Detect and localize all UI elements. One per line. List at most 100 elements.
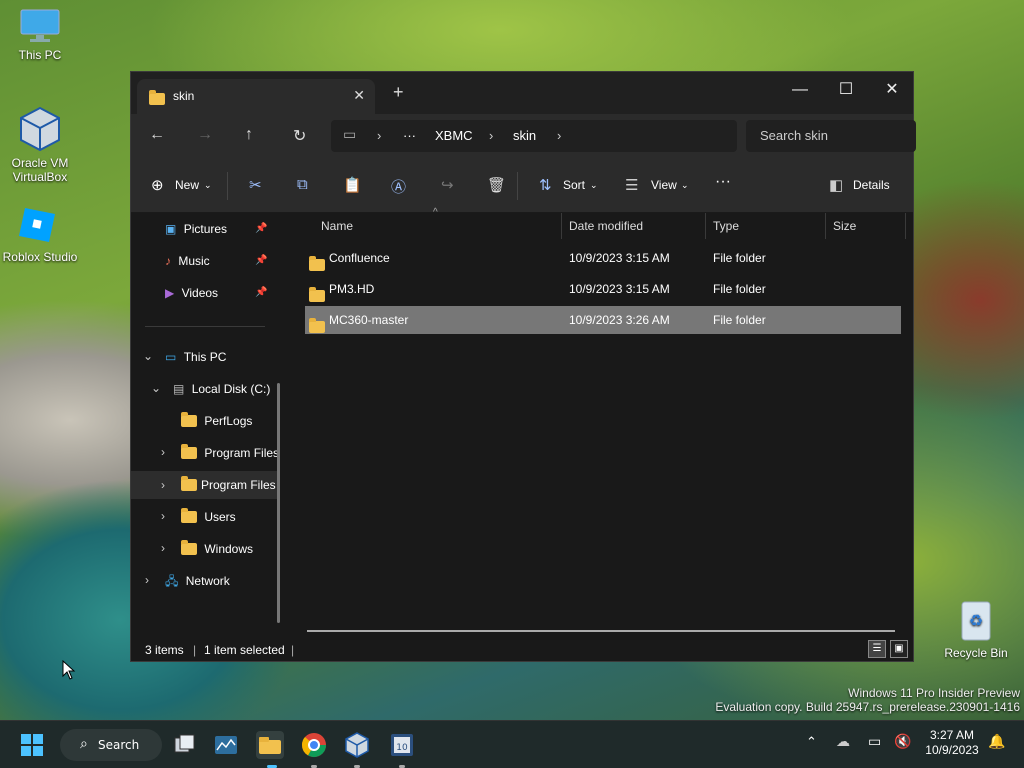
- cut-icon[interactable]: ✂: [249, 176, 262, 194]
- view-button[interactable]: View: [651, 178, 677, 192]
- breadcrumb-skin[interactable]: skin: [513, 128, 536, 143]
- file-name: Confluence: [329, 251, 390, 265]
- pin-icon: 📌: [255, 223, 268, 234]
- new-tab-button[interactable]: +: [393, 82, 404, 103]
- notification-bell-icon[interactable]: 🔔: [988, 734, 1005, 750]
- divider: |: [193, 643, 197, 657]
- pictures-icon: ▣: [165, 222, 177, 236]
- nav-item-program-files[interactable]: Program Files: [181, 439, 277, 467]
- desktop-icon-this-pc[interactable]: This PC: [0, 8, 80, 62]
- view-icon: ☰: [625, 177, 639, 194]
- chevron-down-icon[interactable]: ⌄: [143, 349, 153, 363]
- divider: [145, 326, 265, 327]
- navigation-pane: ▣ Pictures 📌 ♪ Music 📌 ▶ Videos 📌 ⌄ ▭ Th…: [131, 213, 281, 633]
- delete-icon[interactable]: 🗑: [487, 176, 506, 194]
- tab-title: skin: [173, 89, 195, 103]
- new-button[interactable]: New: [175, 178, 199, 192]
- selection-count: 1 item selected: [204, 643, 285, 657]
- close-button[interactable]: ✕: [869, 76, 915, 104]
- nav-item-perflogs[interactable]: PerfLogs: [181, 407, 277, 435]
- file-explorer-taskbar-icon[interactable]: [256, 731, 284, 759]
- desktop-icon-recycle-bin[interactable]: ♻ Recycle Bin: [936, 598, 1016, 660]
- minimize-button[interactable]: —: [777, 76, 823, 104]
- more-options-button[interactable]: ···: [715, 173, 731, 191]
- folder-icon: [149, 90, 165, 106]
- command-bar: ⊕ New ⌄ ✂ ⧉ 📋 Ⓐ ↪ 🗑 ⇅ Sort ⌄ ☰ View ⌄ ··…: [131, 160, 913, 213]
- nav-item-label: Program Files (x86): [201, 478, 277, 492]
- close-tab-icon[interactable]: ✕: [353, 87, 365, 104]
- widgets-icon[interactable]: [212, 731, 240, 759]
- desktop-icon-roblox-studio[interactable]: Roblox Studio: [0, 204, 78, 264]
- nav-item-pictures[interactable]: ▣ Pictures 📌: [165, 215, 275, 243]
- chrome-icon[interactable]: [300, 731, 328, 759]
- tab-skin[interactable]: skin ✕: [137, 79, 375, 114]
- details-view-button[interactable]: ☰: [868, 640, 886, 658]
- search-placeholder: Search skin: [760, 128, 828, 143]
- file-explorer-window: skin ✕ + — ☐ ✕ ← → ↑ ↻ ▭ › ··· XBMC › sk…: [130, 71, 916, 662]
- nav-item-users[interactable]: Users: [181, 503, 236, 531]
- chevron-down-icon[interactable]: ⌄: [151, 381, 161, 395]
- chevron-right-icon[interactable]: ›: [161, 471, 165, 499]
- breadcrumb-xbmc[interactable]: XBMC: [435, 128, 473, 143]
- column-header-date[interactable]: Date modified: [569, 219, 643, 233]
- file-type: File folder: [713, 282, 766, 296]
- pin-icon: 📌: [255, 287, 268, 298]
- column-header-name[interactable]: Name: [321, 219, 353, 233]
- cloud-icon[interactable]: ☁: [836, 734, 850, 750]
- chevron-down-icon: ⌄: [681, 180, 689, 190]
- maximize-button[interactable]: ☐: [823, 76, 869, 104]
- chevron-right-icon[interactable]: ›: [145, 573, 149, 587]
- desktop-icon-virtualbox[interactable]: Oracle VM VirtualBox: [0, 106, 80, 184]
- nav-scrollbar[interactable]: [277, 383, 280, 623]
- chevron-down-icon: ⌄: [590, 180, 598, 190]
- volume-muted-icon[interactable]: 🔇: [894, 734, 911, 750]
- task-view-icon[interactable]: [170, 731, 198, 759]
- nav-item-videos[interactable]: ▶ Videos 📌: [165, 279, 275, 307]
- chevron-right-icon[interactable]: ›: [161, 509, 165, 523]
- details-button[interactable]: Details: [853, 178, 890, 192]
- address-bar[interactable]: ▭ › ··· XBMC › skin ›: [331, 120, 737, 152]
- copy-icon[interactable]: ⧉: [297, 176, 308, 193]
- nav-item-this-pc[interactable]: ▭ This PC: [165, 343, 226, 371]
- nav-item-windows[interactable]: Windows: [181, 535, 253, 563]
- nav-item-music[interactable]: ♪ Music 📌: [165, 247, 275, 275]
- file-list: ^ Name Date modified Type Size Confluenc…: [289, 207, 913, 633]
- refresh-button[interactable]: ↻: [293, 126, 306, 146]
- sort-button[interactable]: Sort: [563, 178, 585, 192]
- divider: |: [291, 643, 295, 657]
- chevron-right-icon[interactable]: ›: [161, 445, 165, 459]
- more-crumbs-icon[interactable]: ···: [403, 128, 416, 143]
- taskbar-search[interactable]: ⌕ Search: [60, 729, 162, 761]
- evaluation-watermark: Windows 11 Pro Insider Preview Evaluatio…: [715, 686, 1020, 714]
- search-input[interactable]: Search skin: [746, 120, 916, 152]
- column-header-type[interactable]: Type: [713, 219, 739, 233]
- network-status-icon[interactable]: ▭: [868, 734, 881, 750]
- table-row[interactable]: MC360-master 10/9/2023 3:26 AM File fold…: [305, 306, 901, 334]
- table-row[interactable]: PM3.HD 10/9/2023 3:15 AM File folder: [305, 275, 903, 303]
- back-button[interactable]: ←: [149, 126, 165, 144]
- app-taskbar-icon[interactable]: 10: [388, 731, 416, 759]
- column-header-size[interactable]: Size: [833, 219, 856, 233]
- watermark-line: Evaluation copy. Build 25947.rs_prerelea…: [715, 700, 1020, 714]
- chevron-right-icon[interactable]: ›: [161, 541, 165, 555]
- roblox-studio-icon: [17, 204, 59, 246]
- start-button[interactable]: [18, 731, 46, 759]
- virtualbox-taskbar-icon[interactable]: [343, 731, 371, 759]
- chevron-right-icon: ›: [489, 128, 494, 143]
- clock[interactable]: 3:27 AM 10/9/2023: [920, 728, 984, 758]
- nav-item-local-disk[interactable]: ▤ Local Disk (C:): [173, 375, 270, 403]
- up-button[interactable]: ↑: [245, 126, 253, 144]
- clock-date: 10/9/2023: [925, 743, 979, 757]
- rename-icon[interactable]: Ⓐ: [391, 176, 406, 197]
- horizontal-scrollbar[interactable]: [307, 630, 895, 632]
- nav-item-program-files-x86[interactable]: › Program Files (x86): [131, 471, 277, 499]
- network-icon: 🖧: [165, 574, 179, 588]
- tiles-view-button[interactable]: ▣: [890, 640, 908, 658]
- chevron-up-icon[interactable]: ⌃: [806, 735, 817, 750]
- paste-icon[interactable]: 📋: [343, 176, 362, 194]
- nav-item-network[interactable]: 🖧 Network: [165, 567, 230, 595]
- music-icon: ♪: [165, 254, 171, 268]
- table-row[interactable]: Confluence 10/9/2023 3:15 AM File folder: [305, 244, 903, 272]
- share-icon[interactable]: ↪: [441, 176, 454, 194]
- forward-button[interactable]: →: [197, 126, 213, 144]
